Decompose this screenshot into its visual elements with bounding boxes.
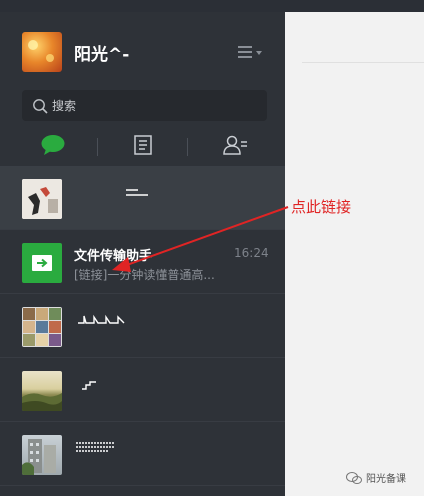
group-avatar-icon — [23, 308, 61, 346]
tab-contacts[interactable] — [204, 130, 264, 162]
chat-item[interactable] — [0, 423, 285, 486]
document-list-icon — [134, 135, 152, 155]
chat-item[interactable] — [0, 295, 285, 358]
obscured-name — [126, 189, 148, 196]
landscape-photo-icon — [22, 393, 62, 411]
avatar-decoration — [46, 54, 54, 62]
profile-header: 阳光^- — [22, 32, 264, 74]
chat-item[interactable] — [0, 167, 285, 230]
file-transfer-icon — [32, 255, 52, 271]
window-top-strip — [0, 0, 424, 12]
chat-avatar — [22, 435, 62, 475]
content-divider — [302, 62, 424, 63]
avatar-decoration — [28, 40, 38, 50]
search-icon — [33, 99, 48, 114]
profile-name: 阳光^- — [74, 45, 130, 65]
obscured-name — [76, 442, 114, 452]
chat-preview: [链接]一分钟读懂普通高... — [74, 268, 215, 282]
profile-avatar[interactable] — [22, 32, 62, 72]
chat-avatar — [22, 243, 62, 283]
search-input[interactable] — [52, 90, 252, 121]
tab-divider — [97, 138, 98, 156]
chat-time: 16:24 — [234, 246, 269, 260]
search-box[interactable] — [22, 90, 267, 121]
annotation-label: 点此链接 — [291, 198, 352, 216]
sidebar: 阳光^- 搜索 文件传输助手 [链接]一分钟读懂普通高... 16:24 — [0, 12, 285, 496]
chevron-down-icon — [256, 51, 262, 55]
tab-bar — [0, 130, 285, 162]
menu-button[interactable] — [238, 44, 264, 60]
tab-articles[interactable] — [114, 130, 174, 162]
watermark-text: 阳光备课 — [366, 474, 406, 485]
chat-avatar — [22, 371, 62, 411]
contacts-icon — [223, 135, 247, 155]
chat-item[interactable] — [0, 359, 285, 422]
watermark: 阳光备课 — [346, 470, 422, 486]
tab-chats[interactable] — [22, 130, 82, 162]
wechat-icon — [346, 472, 362, 484]
chat-name: 文件传输助手 — [74, 249, 153, 264]
chat-avatar — [22, 179, 62, 219]
person-photo-icon — [22, 179, 62, 219]
tab-divider — [187, 138, 188, 156]
chat-item-file-transfer[interactable]: 文件传输助手 [链接]一分钟读懂普通高... 16:24 — [0, 231, 285, 294]
chat-avatar — [22, 307, 62, 347]
chat-bubble-icon — [41, 135, 65, 155]
building-photo-icon — [22, 439, 56, 475]
obscured-name — [78, 314, 125, 324]
obscured-name — [82, 381, 96, 390]
